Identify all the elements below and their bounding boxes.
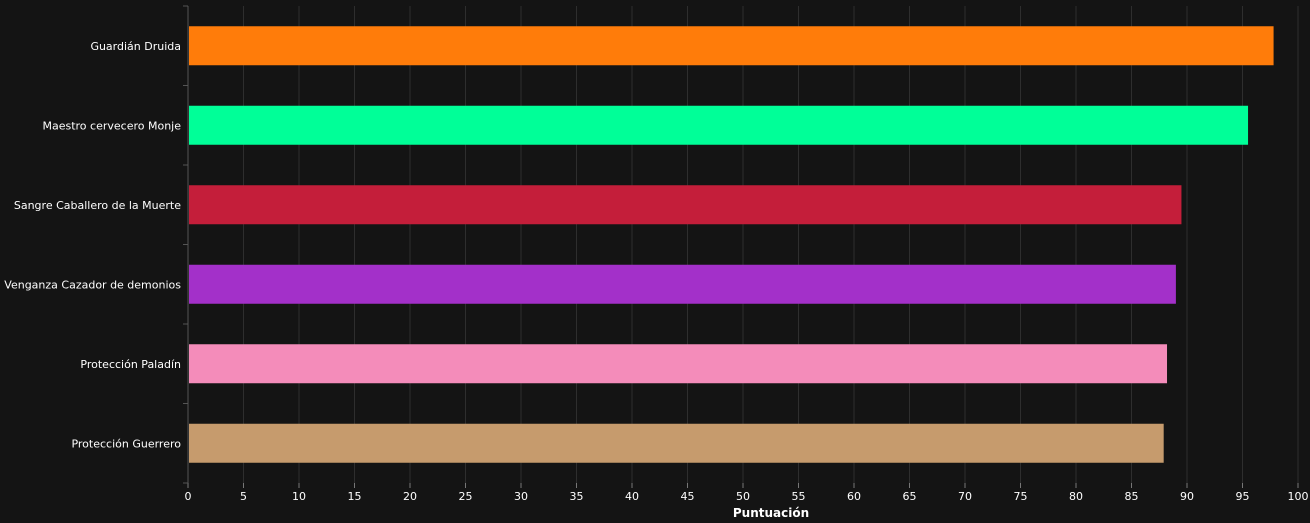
x-tick-label: 10 — [292, 490, 306, 503]
bar — [189, 26, 1274, 66]
x-tick-label: 30 — [514, 490, 528, 503]
x-tick-label: 65 — [903, 490, 917, 503]
category-label: Venganza Cazador de demonios — [4, 278, 181, 291]
bar — [189, 344, 1168, 384]
bar — [189, 185, 1182, 225]
x-tick-label: 80 — [1069, 490, 1083, 503]
category-label: Maestro cervecero Monje — [42, 119, 181, 132]
bar-chart: 0 5 10 15 20 25 30 35 40 45 50 55 60 65 70 75 80 85 90 95 10… — [4, 5, 1309, 520]
category-label: Protección Paladín — [80, 358, 181, 371]
x-tick-label: 55 — [792, 490, 806, 503]
category-label: Guardián Druida — [90, 40, 181, 53]
x-tick-label: 50 — [736, 490, 750, 503]
label-layer: Guardián Druida Maestro cervecero Monje Sa… — [4, 40, 181, 451]
bar — [189, 105, 1249, 145]
chart-container: 0 5 10 15 20 25 30 35 40 45 50 55 60 65 70 75 80 85 90 95 10… — [0, 0, 1310, 523]
bar-layer — [189, 26, 1274, 463]
x-tick-label: 75 — [1014, 490, 1028, 503]
bar — [189, 423, 1164, 463]
category-label: Sangre Caballero de la Muerte — [14, 199, 181, 212]
x-tick-label: 45 — [681, 490, 695, 503]
x-tick-label: 15 — [348, 490, 362, 503]
x-tick-label: 35 — [570, 490, 584, 503]
x-tick-label: 100 — [1288, 490, 1309, 503]
x-tick-label: 85 — [1125, 490, 1139, 503]
x-tick-label: 20 — [403, 490, 417, 503]
x-tick-label: 25 — [459, 490, 473, 503]
x-tick-label: 95 — [1236, 490, 1250, 503]
x-tick-label: 40 — [625, 490, 639, 503]
x-tick-label: 60 — [847, 490, 861, 503]
x-tick-label: 90 — [1180, 490, 1194, 503]
x-tick-label: 5 — [240, 490, 247, 503]
x-tick-label: 70 — [958, 490, 972, 503]
x-tick-label: 0 — [185, 490, 192, 503]
x-axis-title: Puntuación — [733, 506, 809, 520]
bar — [189, 264, 1176, 304]
category-label: Protección Guerrero — [71, 437, 181, 450]
grid-layer — [187, 6, 1299, 483]
